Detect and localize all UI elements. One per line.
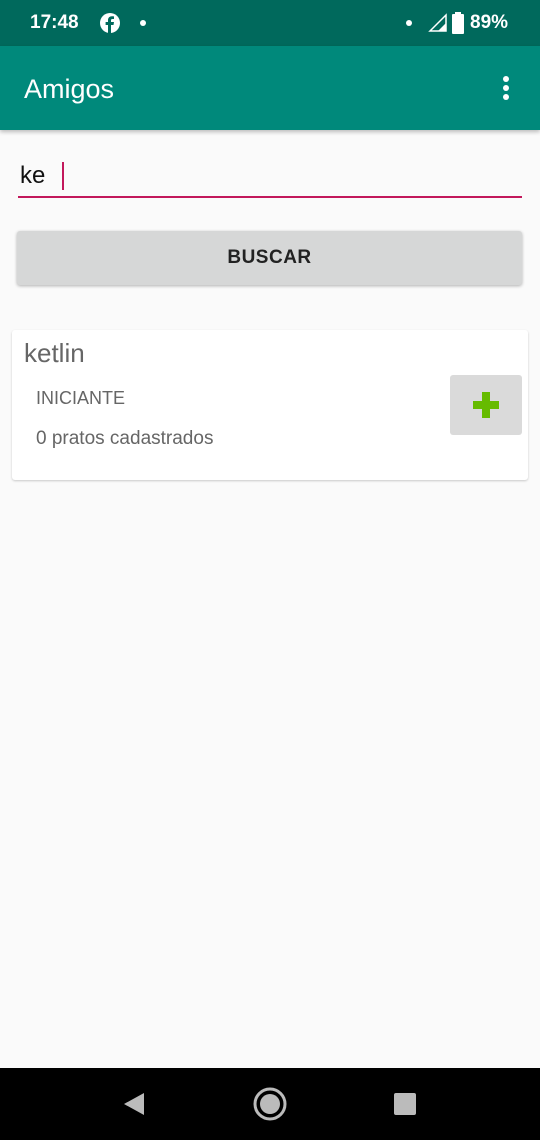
search-input[interactable]: [18, 156, 522, 198]
facebook-icon: [100, 13, 120, 33]
search-field-container: [18, 156, 522, 200]
home-icon[interactable]: [252, 1086, 288, 1122]
status-time: 17:48: [30, 12, 79, 33]
friend-dish-count: 0 pratos cadastrados: [36, 428, 214, 449]
navigation-bar: [0, 1068, 540, 1140]
notification-dot-icon: [140, 20, 146, 26]
more-vert-icon[interactable]: [500, 76, 512, 102]
recents-icon[interactable]: [394, 1093, 416, 1115]
notification-dot-icon: [406, 20, 412, 26]
back-icon[interactable]: [122, 1092, 146, 1116]
add-friend-button[interactable]: [450, 375, 522, 435]
plus-icon: [473, 392, 499, 418]
battery-percentage: 89%: [470, 12, 509, 33]
text-cursor: [62, 162, 64, 190]
friend-card: ketlin INICIANTE 0 pratos cadastrados: [12, 330, 528, 480]
battery-icon: [452, 12, 464, 34]
friend-name: ketlin: [24, 338, 85, 368]
friend-level: INICIANTE: [36, 388, 126, 408]
page-title: Amigos: [24, 74, 115, 104]
status-bar: 17:48 89%: [0, 0, 540, 46]
signal-icon: [428, 13, 447, 32]
app-bar: Amigos: [0, 46, 540, 130]
search-button[interactable]: BUSCAR: [17, 231, 522, 285]
